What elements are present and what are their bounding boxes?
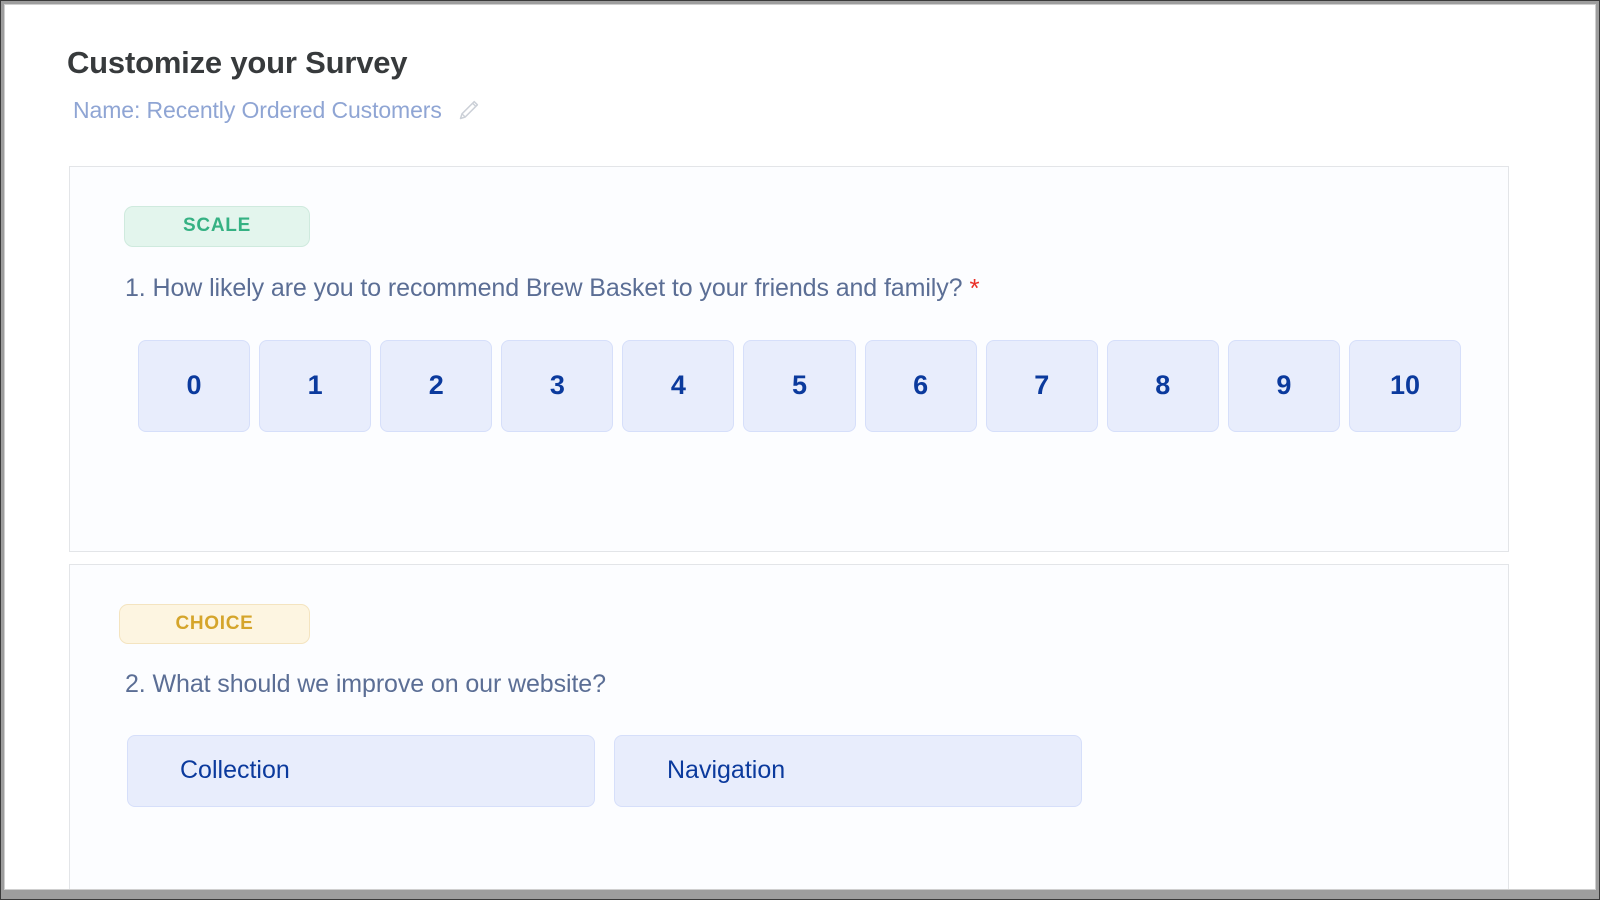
pencil-icon[interactable]: [456, 97, 482, 123]
choice-options-row: Collection Navigation: [127, 734, 1508, 807]
question-text-2: 2. What should we improve on our website…: [125, 670, 1508, 699]
survey-builder-page: Customize your Survey Name: Recently Ord…: [5, 5, 1595, 889]
question-number-2: 2.: [125, 669, 146, 698]
scale-option-2[interactable]: 2: [380, 339, 493, 432]
scale-options-row: 0 1 2 3 4 5 6 7 8 9 10: [138, 339, 1508, 432]
choice-option-navigation[interactable]: Navigation: [614, 734, 1082, 807]
question-card-2[interactable]: CHOICE 2. What should we improve on our …: [69, 563, 1509, 889]
scale-option-0[interactable]: 0: [138, 339, 251, 432]
survey-viewport: Customize your Survey Name: Recently Ord…: [4, 4, 1596, 890]
scale-option-5[interactable]: 5: [743, 339, 856, 432]
scale-option-10[interactable]: 10: [1348, 339, 1462, 432]
scale-option-9[interactable]: 9: [1227, 339, 1340, 432]
question-body-2: What should we improve on our website?: [152, 669, 606, 698]
question-type-badge-scale: SCALE: [124, 205, 310, 247]
question-number-1: 1.: [125, 273, 146, 302]
page-title: Customize your Survey: [67, 45, 408, 80]
required-asterisk-1: *: [969, 272, 980, 303]
choice-option-collection[interactable]: Collection: [127, 734, 595, 807]
scale-option-6[interactable]: 6: [864, 339, 977, 432]
scale-option-8[interactable]: 8: [1106, 339, 1219, 432]
question-list: SCALE 1. How likely are you to recommend…: [5, 165, 1595, 889]
survey-name-row: Name: Recently Ordered Customers: [67, 97, 1595, 124]
question-type-badge-choice: CHOICE: [119, 603, 310, 644]
survey-name-label: Name: Recently Ordered Customers: [73, 96, 442, 123]
window-frame: Customize your Survey Name: Recently Ord…: [0, 0, 1600, 900]
scale-option-7[interactable]: 7: [985, 339, 1098, 432]
question-body-1: How likely are you to recommend Brew Bas…: [152, 273, 963, 302]
scale-option-3[interactable]: 3: [501, 339, 614, 432]
scale-option-1[interactable]: 1: [259, 339, 372, 432]
scale-option-4[interactable]: 4: [622, 339, 735, 432]
question-text-1: 1. How likely are you to recommend Brew …: [125, 273, 1508, 304]
question-card-1[interactable]: SCALE 1. How likely are you to recommend…: [69, 165, 1509, 552]
page-header: Customize your Survey Name: Recently Ord…: [5, 5, 1595, 124]
